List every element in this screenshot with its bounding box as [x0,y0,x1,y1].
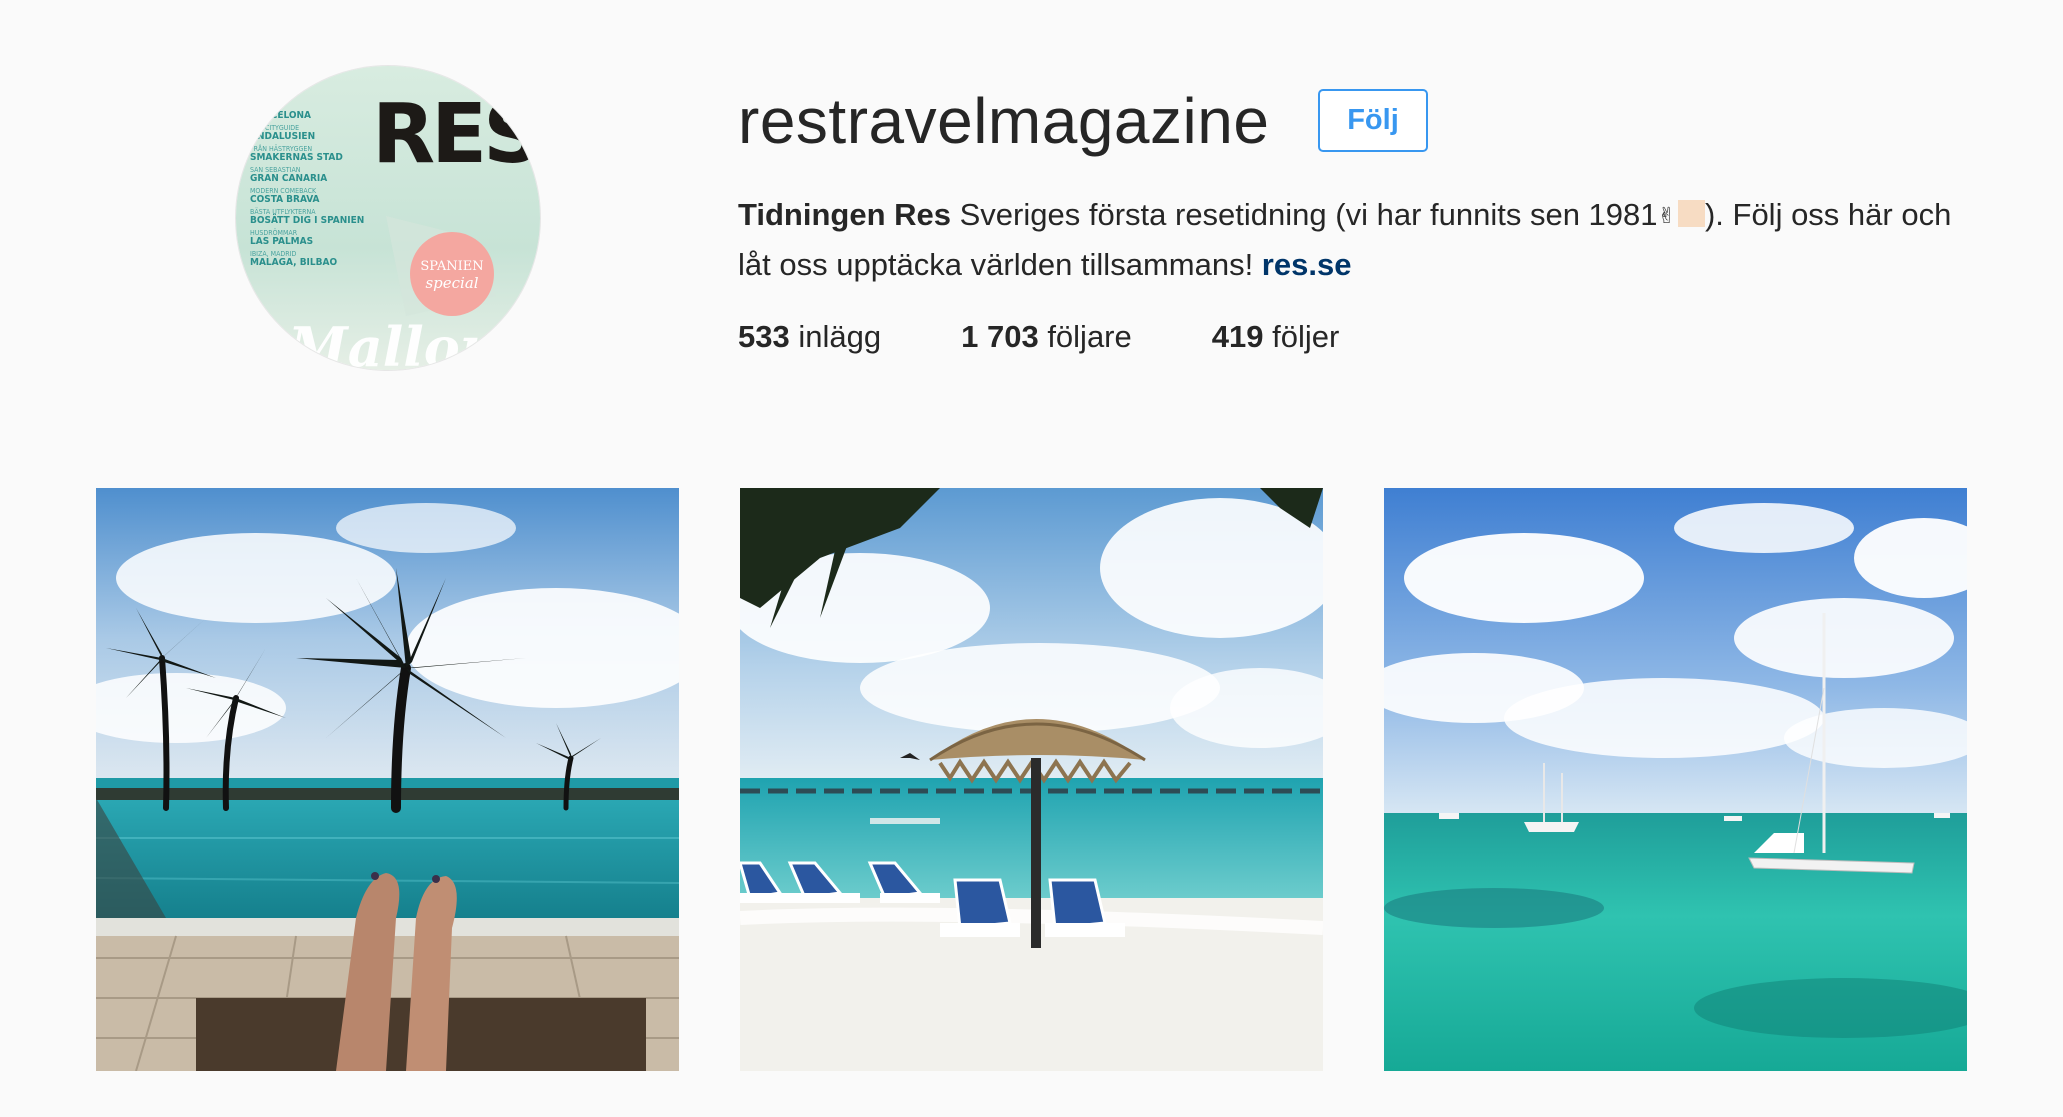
post-thumbnail-2[interactable] [740,488,1323,1071]
cover-logo: RES [372,87,538,182]
post-thumbnail-1[interactable] [96,488,679,1071]
following-count: 419 [1211,319,1264,354]
profile-stats: 533 inlägg 1 703 följare 419 följer [738,312,1339,362]
profile-bio: Tidningen Res Sveriges första resetidnin… [738,190,1978,289]
followers-label: följare [1047,319,1132,354]
cover-headline-line: MALAGA, BILBAO [250,257,337,268]
beach-photo [740,488,1323,1071]
cover-headline-line: COSTA BRAVA [250,194,320,205]
sea-boats-photo [1384,488,1967,1071]
bio-full-name: Tidningen Res [738,197,952,232]
posts-count-stat[interactable]: 533 inlägg [738,312,881,362]
followers-count: 1 703 [961,319,1039,354]
badge-line2: special [425,274,478,292]
cover-headline-line: BARCELONA [250,110,311,121]
bio-text-before: Sveriges första resetidning (vi har funn… [951,197,1658,232]
bio-website-link[interactable]: res.se [1262,247,1352,282]
followers-count-stat[interactable]: 1 703 följare [961,312,1132,362]
profile-username: restravelmagazine [738,85,1270,157]
magazine-cover-image: RES BARCELONAFÖR CITYGUIDEANDALUSIENFRÅN… [236,66,540,370]
post-thumbnail-3[interactable] [1384,488,1967,1071]
badge-line1: SPANIEN [420,259,483,274]
profile-page: RES BARCELONA FÖR CITYGUIDE ANDALUSIEN FRÅN… [0,0,2063,1117]
profile-avatar[interactable]: RES BARCELONA FÖR CITYGUIDE ANDALUSIEN FRÅN… [236,66,540,370]
posts-count: 533 [738,319,790,354]
cover-headline-line: LAS PALMAS [250,236,313,247]
following-label: följer [1272,319,1340,354]
cover-headline-line: GRAN CANARIA [250,173,327,184]
cover-headline-line: BOSÄTT DIG I SPANIEN [250,212,364,226]
skin-tone-icon [1677,200,1705,227]
pool-photo [96,488,679,1071]
follow-button[interactable]: Följ [1318,89,1428,152]
cover-headline-line: SMAKERNAS STAD [250,152,343,163]
following-count-stat[interactable]: 419 följer [1212,312,1340,362]
posts-label: inlägg [798,319,882,354]
cover-script-word: Mallorca [286,315,540,370]
victory-hand-icon: ✌ [1657,203,1676,228]
cover-headline-line: ANDALUSIEN [250,131,315,142]
